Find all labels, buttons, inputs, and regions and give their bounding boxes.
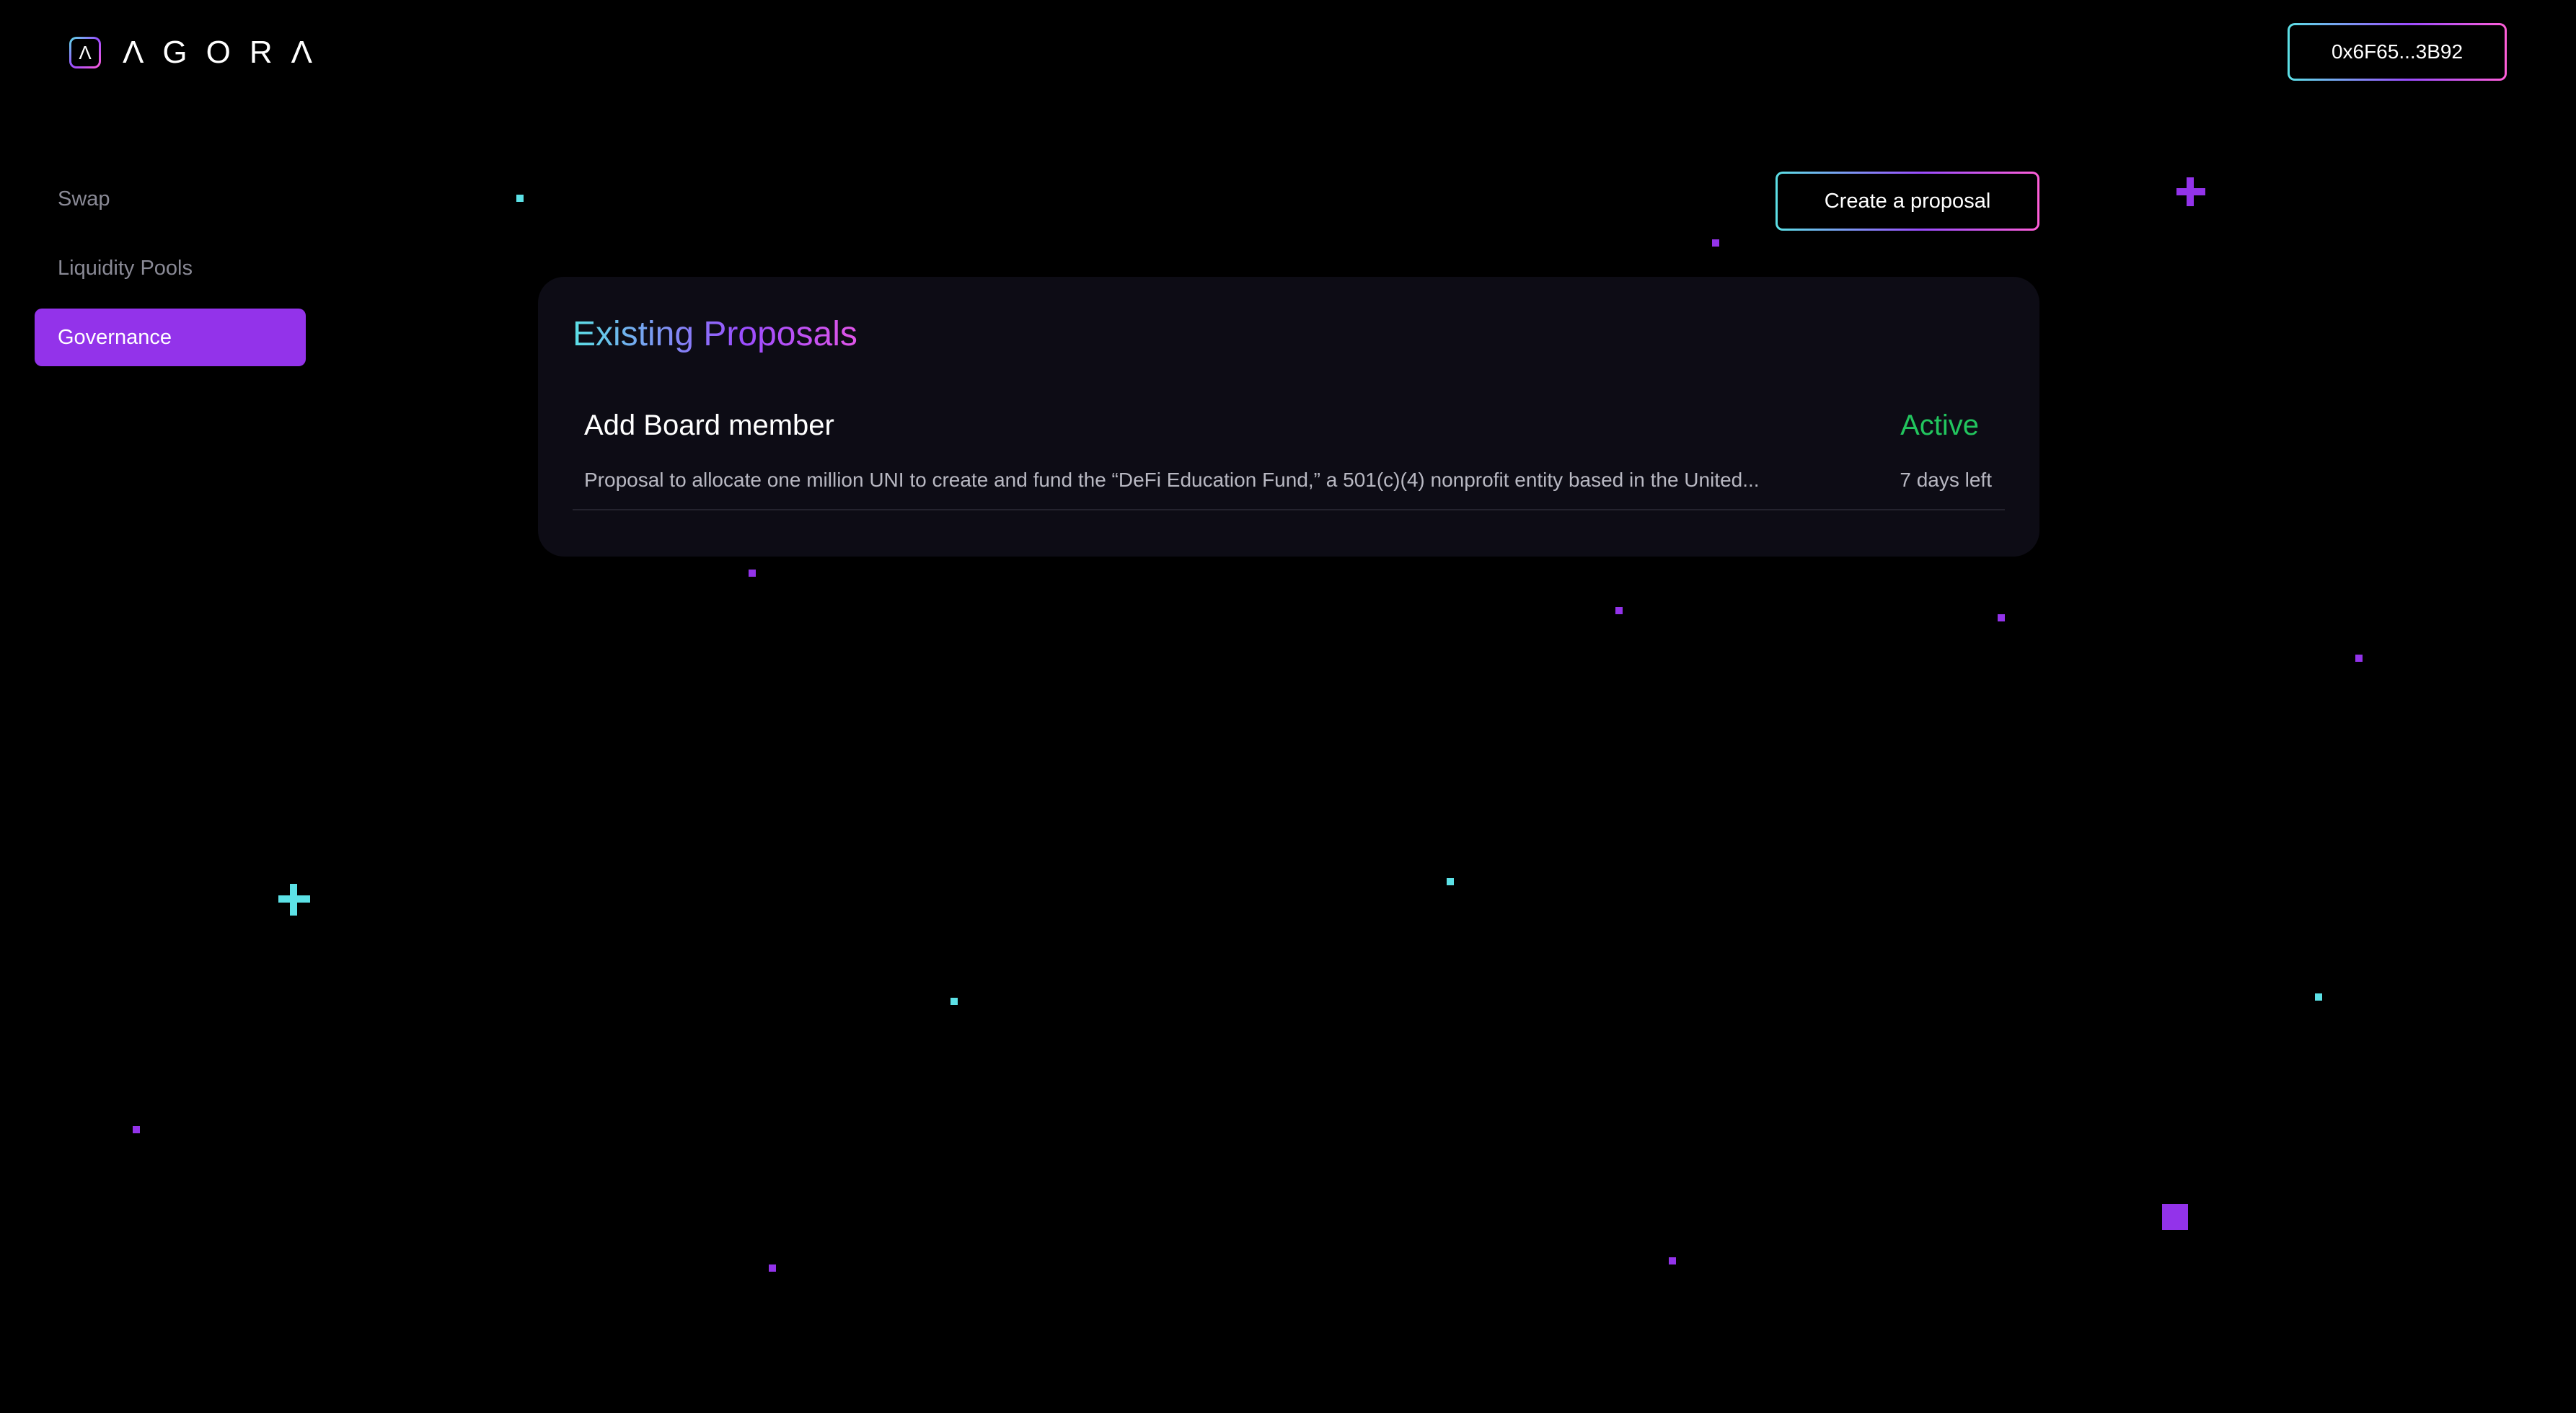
decor-pixel (2315, 993, 2322, 1001)
logo-wordmark: ΛGORΛ (123, 35, 332, 70)
sidebar-item-governance[interactable]: Governance (35, 309, 306, 366)
proposal-time-left: 7 days left (1900, 469, 1992, 491)
decor-pixel (516, 195, 524, 202)
sidebar-item-liquidity-pools[interactable]: Liquidity Pools (35, 239, 306, 297)
decor-pixel (1998, 614, 2005, 621)
sidebar-nav: Swap Liquidity Pools Governance (35, 170, 306, 378)
proposal-description: Proposal to allocate one million UNI to … (584, 469, 1760, 491)
app-logo[interactable]: Λ ΛGORΛ (69, 35, 331, 71)
decor-plus (278, 884, 310, 916)
logo-icon: Λ (69, 37, 101, 68)
decor-pixel (1447, 878, 1454, 885)
wallet-address-button[interactable]: 0x6F65...3B92 (2288, 23, 2507, 81)
decor-pixel (2355, 655, 2363, 662)
decor-pixel (749, 570, 756, 577)
decor-pixel (950, 998, 958, 1005)
governance-page: Λ ΛGORΛ 0x6F65...3B92 Swap Liquidity Poo… (0, 0, 2576, 1413)
card-title: Existing Proposals (573, 315, 857, 353)
decor-pixel (1712, 239, 1719, 247)
decor-square (2162, 1204, 2188, 1230)
decor-pixel (1669, 1257, 1676, 1264)
proposal-row[interactable]: Add Board member Active Proposal to allo… (573, 409, 2005, 510)
decor-pixel (1615, 607, 1623, 614)
decor-plus (2176, 177, 2205, 206)
create-proposal-button[interactable]: Create a proposal (1776, 172, 2039, 231)
sidebar-item-swap[interactable]: Swap (35, 170, 306, 228)
existing-proposals-card: Existing Proposals Add Board member Acti… (538, 277, 2039, 557)
decor-pixel (133, 1126, 140, 1133)
proposal-title: Add Board member (584, 409, 834, 441)
decor-pixel (769, 1264, 776, 1272)
proposal-status-badge: Active (1900, 409, 1979, 441)
